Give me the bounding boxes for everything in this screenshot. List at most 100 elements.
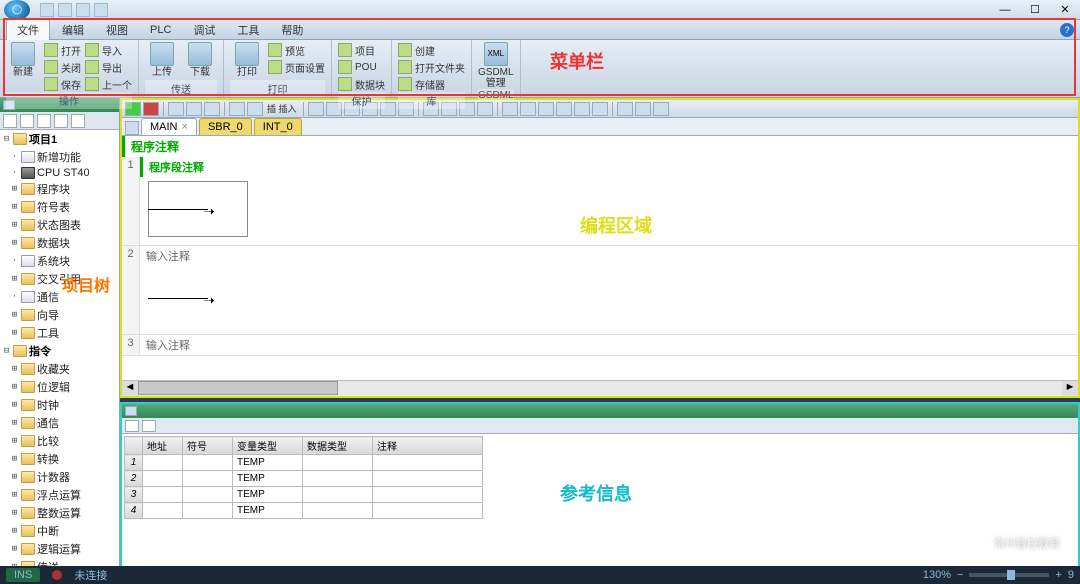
- tree-item[interactable]: ⊞逻辑运算: [0, 540, 119, 558]
- tree-item[interactable]: ⊞位逻辑: [0, 378, 119, 396]
- tab-close-icon[interactable]: ×: [182, 121, 188, 133]
- tree-item[interactable]: ·通信: [0, 288, 119, 306]
- toolbar-icon[interactable]: [308, 102, 324, 116]
- pagesetup-button[interactable]: 页面设置: [268, 59, 325, 75]
- segment-comment[interactable]: 输入注释: [140, 335, 1078, 355]
- table-row[interactable]: 2TEMP: [125, 471, 483, 487]
- toolbar-icon[interactable]: [229, 102, 245, 116]
- table-header[interactable]: [125, 437, 143, 455]
- network-2[interactable]: 2 输入注释 ➝: [122, 246, 1078, 335]
- tree-item[interactable]: ⊞转换: [0, 450, 119, 468]
- save-button[interactable]: 保存: [44, 76, 81, 92]
- open-button[interactable]: 打开: [44, 42, 81, 58]
- maximize-button[interactable]: ☐: [1020, 0, 1050, 20]
- pou-protect-button[interactable]: POU: [338, 59, 385, 75]
- toolbar-icon[interactable]: [653, 102, 669, 116]
- toolbar-icon[interactable]: [635, 102, 651, 116]
- toolbar-icon[interactable]: [186, 102, 202, 116]
- minimize-button[interactable]: —: [990, 0, 1020, 20]
- toolbar-icon[interactable]: [538, 102, 554, 116]
- toolbar-icon[interactable]: [556, 102, 572, 116]
- lib-openfolder-button[interactable]: 打开文件夹: [398, 59, 465, 75]
- import-button[interactable]: 导入: [85, 42, 132, 58]
- tree-item[interactable]: ⊞程序块: [0, 180, 119, 198]
- tab-int[interactable]: INT_0: [254, 118, 302, 135]
- toolbar-icon[interactable]: [204, 102, 220, 116]
- sidebar-tool-icon[interactable]: [3, 114, 17, 128]
- help-icon[interactable]: ?: [1060, 23, 1074, 37]
- menu-file[interactable]: 文件: [6, 19, 50, 40]
- sidebar-tool-icon[interactable]: [71, 114, 85, 128]
- tree-item[interactable]: ·CPU ST40: [0, 166, 119, 180]
- ref-tool-icon[interactable]: [142, 420, 156, 432]
- tree-item[interactable]: ⊞比较: [0, 432, 119, 450]
- table-header[interactable]: 地址: [143, 437, 183, 455]
- tree-item[interactable]: ⊞整数运算: [0, 504, 119, 522]
- qat-btn[interactable]: [76, 3, 90, 17]
- segment-comment[interactable]: 程序段注释: [140, 157, 1078, 177]
- segment-comment[interactable]: 输入注释: [140, 246, 1078, 266]
- table-header[interactable]: 数据类型: [303, 437, 373, 455]
- lib-storage-button[interactable]: 存储器: [398, 76, 465, 92]
- table-row[interactable]: 3TEMP: [125, 487, 483, 503]
- qat-btn[interactable]: [94, 3, 108, 17]
- menu-plc[interactable]: PLC: [140, 22, 181, 38]
- tree-item[interactable]: ⊞状态图表: [0, 216, 119, 234]
- tree-item[interactable]: ⊞数据块: [0, 234, 119, 252]
- toolbar-icon[interactable]: [592, 102, 608, 116]
- tree-item[interactable]: ⊞中断: [0, 522, 119, 540]
- tree-item[interactable]: ⊞收藏夹: [0, 360, 119, 378]
- sidebar-tool-icon[interactable]: [54, 114, 68, 128]
- export-button[interactable]: 导出: [85, 59, 132, 75]
- gsdml-button[interactable]: XMLGSDML 管理: [479, 42, 513, 89]
- project-protect-button[interactable]: 项目: [338, 42, 385, 58]
- toolbar-icon[interactable]: [477, 102, 493, 116]
- app-icon[interactable]: ◯: [4, 0, 30, 20]
- toolbar-icon[interactable]: [520, 102, 536, 116]
- lib-create-button[interactable]: 创建: [398, 42, 465, 58]
- new-button[interactable]: 新建: [6, 42, 40, 92]
- close-button[interactable]: ✕: [1050, 0, 1080, 20]
- datablock-protect-button[interactable]: 数据块: [338, 76, 385, 92]
- menu-edit[interactable]: 编辑: [52, 20, 94, 40]
- table-header[interactable]: 符号: [183, 437, 233, 455]
- toolbar-icon[interactable]: [502, 102, 518, 116]
- qat-btn[interactable]: [40, 3, 54, 17]
- toolbar-icon[interactable]: [617, 102, 633, 116]
- tree-item[interactable]: ⊞符号表: [0, 198, 119, 216]
- toolbar-icon[interactable]: [574, 102, 590, 116]
- ladder-editor[interactable]: 程序注释 1 程序段注释 ➝ 2 输入注释 ➝: [122, 136, 1078, 380]
- project-tree[interactable]: ⊟项目1·新增功能·CPU ST40⊞程序块⊞符号表⊞状态图表⊞数据块·系统块 ⊞…: [0, 130, 119, 570]
- toolbar-icon[interactable]: [168, 102, 184, 116]
- close-file-button[interactable]: 关闭: [44, 59, 81, 75]
- preview-button[interactable]: 预览: [268, 42, 325, 58]
- tree-item[interactable]: ⊞计数器: [0, 468, 119, 486]
- table-row[interactable]: 4TEMP: [125, 503, 483, 519]
- tree-item[interactable]: ⊟项目1: [0, 130, 119, 148]
- table-header[interactable]: 变量类型: [233, 437, 303, 455]
- sidebar-tool-icon[interactable]: [20, 114, 34, 128]
- ref-icon[interactable]: [125, 406, 137, 416]
- tree-item[interactable]: ·新增功能: [0, 148, 119, 166]
- tab-main[interactable]: MAIN×: [141, 118, 197, 135]
- qat-btn[interactable]: [58, 3, 72, 17]
- ladder-rung[interactable]: ➝: [148, 270, 1070, 330]
- tree-item[interactable]: ·系统块: [0, 252, 119, 270]
- variable-table[interactable]: 地址符号变量类型数据类型注释1TEMP2TEMP3TEMP4TEMP: [124, 436, 483, 519]
- previous-button[interactable]: 上一个: [85, 76, 132, 92]
- tree-item[interactable]: ⊞向导: [0, 306, 119, 324]
- tree-item[interactable]: ⊟指令: [0, 342, 119, 360]
- ladder-rung[interactable]: ➝: [148, 181, 1070, 241]
- table-row[interactable]: 1TEMP: [125, 455, 483, 471]
- tree-item[interactable]: ⊞浮点运算: [0, 486, 119, 504]
- tab-nav-icon[interactable]: [125, 121, 139, 135]
- toolbar-icon[interactable]: [247, 102, 263, 116]
- zoom-slider[interactable]: [969, 573, 1049, 577]
- table-header[interactable]: 注释: [373, 437, 483, 455]
- ref-tool-icon[interactable]: [125, 420, 139, 432]
- menu-view[interactable]: 视图: [96, 20, 138, 40]
- sidebar-tool-icon[interactable]: [37, 114, 51, 128]
- menu-debug[interactable]: 调试: [183, 20, 225, 40]
- network-1[interactable]: 1 程序段注释 ➝: [122, 157, 1078, 246]
- network-3[interactable]: 3 输入注释: [122, 335, 1078, 356]
